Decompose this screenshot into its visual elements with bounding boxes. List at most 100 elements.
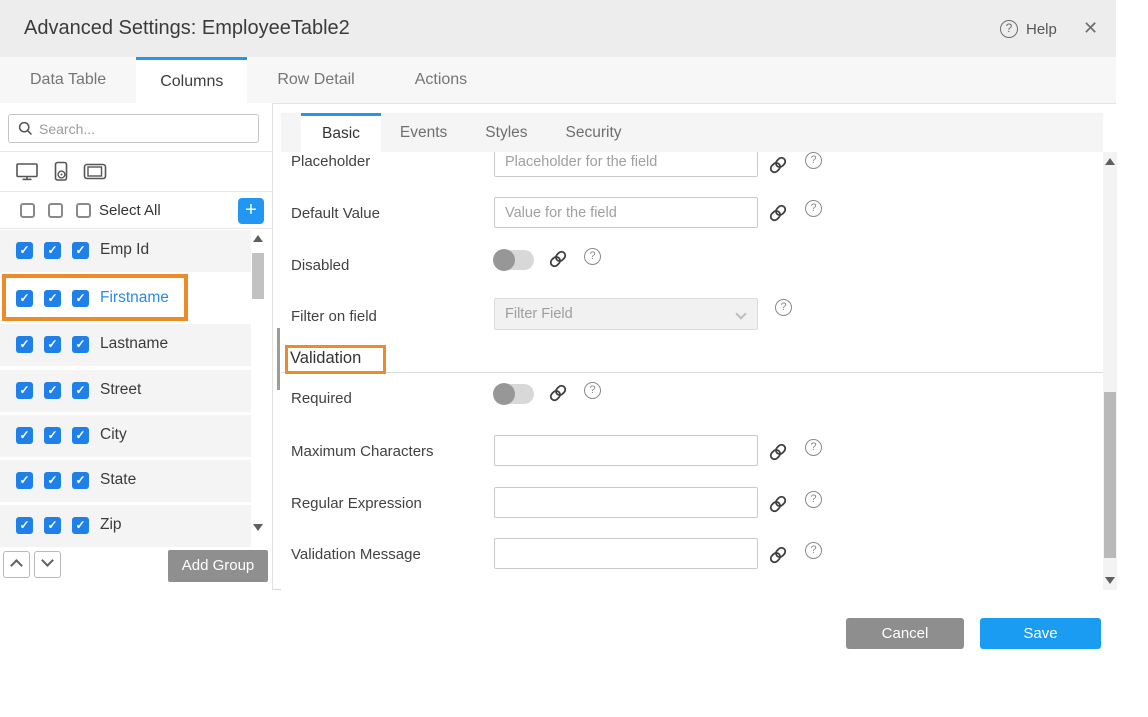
help-icon[interactable]: ?: [584, 382, 601, 399]
dialog-titlebar: Advanced Settings: EmployeeTable2 ? Help…: [0, 0, 1116, 57]
scroll-down-icon[interactable]: [1105, 577, 1115, 584]
chevron-down-icon: [735, 308, 746, 319]
link-icon[interactable]: [768, 155, 788, 175]
required-toggle[interactable]: [494, 384, 534, 404]
help-icon[interactable]: ?: [805, 439, 822, 456]
desktop-icon[interactable]: [15, 161, 39, 182]
checkbox-mobile[interactable]: ✓: [44, 472, 61, 489]
help-icon[interactable]: ?: [805, 491, 822, 508]
tab-columns[interactable]: Columns: [136, 57, 247, 103]
tab-events[interactable]: Events: [381, 113, 466, 152]
checkbox-mobile[interactable]: ✓: [44, 290, 61, 307]
move-down-button[interactable]: [34, 551, 61, 578]
column-label: City: [100, 426, 127, 444]
checkbox-desktop[interactable]: ✓: [16, 242, 33, 259]
help-label: Help: [1026, 21, 1057, 38]
list-item-zip[interactable]: ✓ ✓ ✓ Zip: [0, 505, 251, 547]
column-list: ✓ ✓ ✓ Emp Id ✓ ✓ ✓ Firstname ✓ ✓ ✓ Lastn…: [0, 229, 273, 549]
form-scrollbar[interactable]: [1103, 152, 1117, 590]
checkbox-tablet[interactable]: ✓: [72, 382, 89, 399]
mobile-icon[interactable]: [50, 161, 72, 182]
maximum-characters-label: Maximum Characters: [291, 443, 434, 460]
select-all-label: Select All: [99, 202, 161, 219]
help-icon[interactable]: ?: [805, 200, 822, 217]
move-up-button[interactable]: [3, 551, 30, 578]
tab-data-table[interactable]: Data Table: [0, 57, 136, 103]
filter-field-select[interactable]: Filter Field: [494, 298, 758, 330]
tab-actions[interactable]: Actions: [385, 57, 497, 103]
checkbox-mobile[interactable]: ✓: [44, 382, 61, 399]
select-all-checkbox-mobile[interactable]: [48, 203, 63, 218]
checkbox-tablet[interactable]: ✓: [72, 472, 89, 489]
list-item-state[interactable]: ✓ ✓ ✓ State: [0, 460, 251, 502]
checkbox-desktop[interactable]: ✓: [16, 290, 33, 307]
add-column-button[interactable]: +: [238, 198, 264, 224]
tab-row-detail[interactable]: Row Detail: [247, 57, 384, 103]
help-button[interactable]: ? Help: [1000, 19, 1057, 39]
cancel-button[interactable]: Cancel: [846, 618, 964, 649]
validation-message-input[interactable]: [494, 538, 758, 569]
link-icon[interactable]: [768, 545, 788, 565]
scroll-up-icon[interactable]: [253, 235, 263, 242]
checkbox-mobile[interactable]: ✓: [44, 242, 61, 259]
tab-basic[interactable]: Basic: [301, 113, 381, 152]
list-item-city[interactable]: ✓ ✓ ✓ City: [0, 415, 251, 457]
toggle-knob: [493, 383, 515, 405]
scrollbar-thumb[interactable]: [1104, 392, 1116, 558]
list-item-emp-id[interactable]: ✓ ✓ ✓ Emp Id: [0, 230, 251, 272]
tab-security[interactable]: Security: [547, 113, 641, 152]
disabled-toggle[interactable]: [494, 250, 534, 270]
select-all-checkbox-tablet[interactable]: [76, 203, 91, 218]
add-group-button[interactable]: Add Group: [168, 550, 268, 582]
column-list-scrollbar[interactable]: [251, 232, 265, 542]
checkbox-mobile[interactable]: ✓: [44, 517, 61, 534]
link-icon[interactable]: [548, 383, 568, 403]
column-label: Lastname: [100, 335, 168, 353]
list-item-firstname[interactable]: ✓ ✓ ✓ Firstname: [0, 278, 251, 320]
checkbox-tablet[interactable]: ✓: [72, 242, 89, 259]
checkbox-desktop[interactable]: ✓: [16, 427, 33, 444]
checkbox-tablet[interactable]: ✓: [72, 427, 89, 444]
tab-styles[interactable]: Styles: [466, 113, 546, 152]
tablet-icon[interactable]: [83, 161, 107, 182]
list-item-street[interactable]: ✓ ✓ ✓ Street: [0, 370, 251, 412]
dialog-title: Advanced Settings: EmployeeTable2: [24, 0, 350, 57]
checkbox-desktop[interactable]: ✓: [16, 336, 33, 353]
help-icon[interactable]: ?: [805, 152, 822, 169]
checkbox-tablet[interactable]: ✓: [72, 517, 89, 534]
column-label: Emp Id: [100, 241, 149, 259]
panel-divider-scrollbar-thumb[interactable]: [277, 328, 280, 390]
default-value-input[interactable]: [494, 197, 758, 228]
link-icon[interactable]: [768, 494, 788, 514]
scrollbar-thumb[interactable]: [252, 253, 264, 299]
list-item-lastname[interactable]: ✓ ✓ ✓ Lastname: [0, 324, 251, 366]
column-label: State: [100, 471, 136, 489]
checkbox-desktop[interactable]: ✓: [16, 382, 33, 399]
checkbox-mobile[interactable]: ✓: [44, 427, 61, 444]
checkbox-desktop[interactable]: ✓: [16, 472, 33, 489]
columns-sidebar: Select All + ✓ ✓ ✓ Emp Id ✓ ✓ ✓ Firstnam…: [0, 103, 273, 590]
filter-on-field-label: Filter on field: [291, 308, 377, 325]
help-icon[interactable]: ?: [584, 248, 601, 265]
scroll-up-icon[interactable]: [1105, 158, 1115, 165]
save-button[interactable]: Save: [980, 618, 1101, 649]
basic-settings-form: Placeholder ? Default Value ? Disabled ?…: [281, 152, 1103, 590]
checkbox-mobile[interactable]: ✓: [44, 336, 61, 353]
link-icon[interactable]: [768, 442, 788, 462]
placeholder-input[interactable]: [494, 152, 758, 177]
search-box[interactable]: [8, 114, 259, 143]
placeholder-label: Placeholder: [291, 153, 370, 170]
scroll-down-icon[interactable]: [253, 524, 263, 531]
checkbox-tablet[interactable]: ✓: [72, 290, 89, 307]
search-input[interactable]: [39, 121, 258, 137]
link-icon[interactable]: [768, 203, 788, 223]
link-icon[interactable]: [548, 249, 568, 269]
help-icon[interactable]: ?: [775, 299, 792, 316]
close-icon[interactable]: ✕: [1083, 17, 1098, 39]
regular-expression-input[interactable]: [494, 487, 758, 518]
checkbox-desktop[interactable]: ✓: [16, 517, 33, 534]
select-all-checkbox-desktop[interactable]: [20, 203, 35, 218]
help-icon[interactable]: ?: [805, 542, 822, 559]
maximum-characters-input[interactable]: [494, 435, 758, 466]
checkbox-tablet[interactable]: ✓: [72, 336, 89, 353]
